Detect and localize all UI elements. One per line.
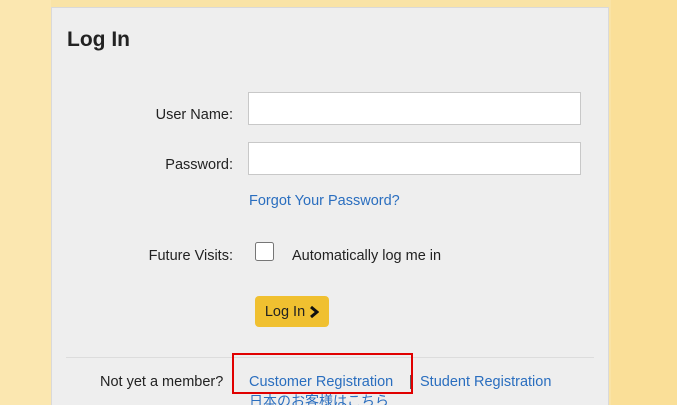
password-label: Password: xyxy=(165,157,233,173)
forgot-password-link[interactable]: Forgot Your Password? xyxy=(249,193,400,209)
section-divider xyxy=(66,357,594,358)
future-visits-label: Future Visits: xyxy=(148,248,233,264)
password-input[interactable] xyxy=(248,142,581,175)
auto-login-checkbox[interactable] xyxy=(255,242,274,261)
login-button-label: Log In xyxy=(264,303,306,320)
page-background-left xyxy=(0,0,51,405)
chevron-right-icon xyxy=(310,305,320,318)
username-label: User Name: xyxy=(155,107,233,123)
username-input[interactable] xyxy=(248,92,581,125)
japanese-customer-link[interactable]: 日本のお客様はこちら xyxy=(249,391,389,405)
login-button[interactable]: Log In xyxy=(255,296,329,327)
login-panel: Log In User Name: Password: Forgot Your … xyxy=(51,7,609,405)
student-registration-link[interactable]: Student Registration xyxy=(420,374,551,390)
page-background-right xyxy=(611,0,677,405)
auto-login-label[interactable]: Automatically log me in xyxy=(292,248,441,264)
page-title: Log In xyxy=(67,28,130,51)
not-member-prompt: Not yet a member? xyxy=(100,374,224,390)
link-separator: | xyxy=(409,374,413,390)
customer-registration-link[interactable]: Customer Registration xyxy=(249,374,393,390)
